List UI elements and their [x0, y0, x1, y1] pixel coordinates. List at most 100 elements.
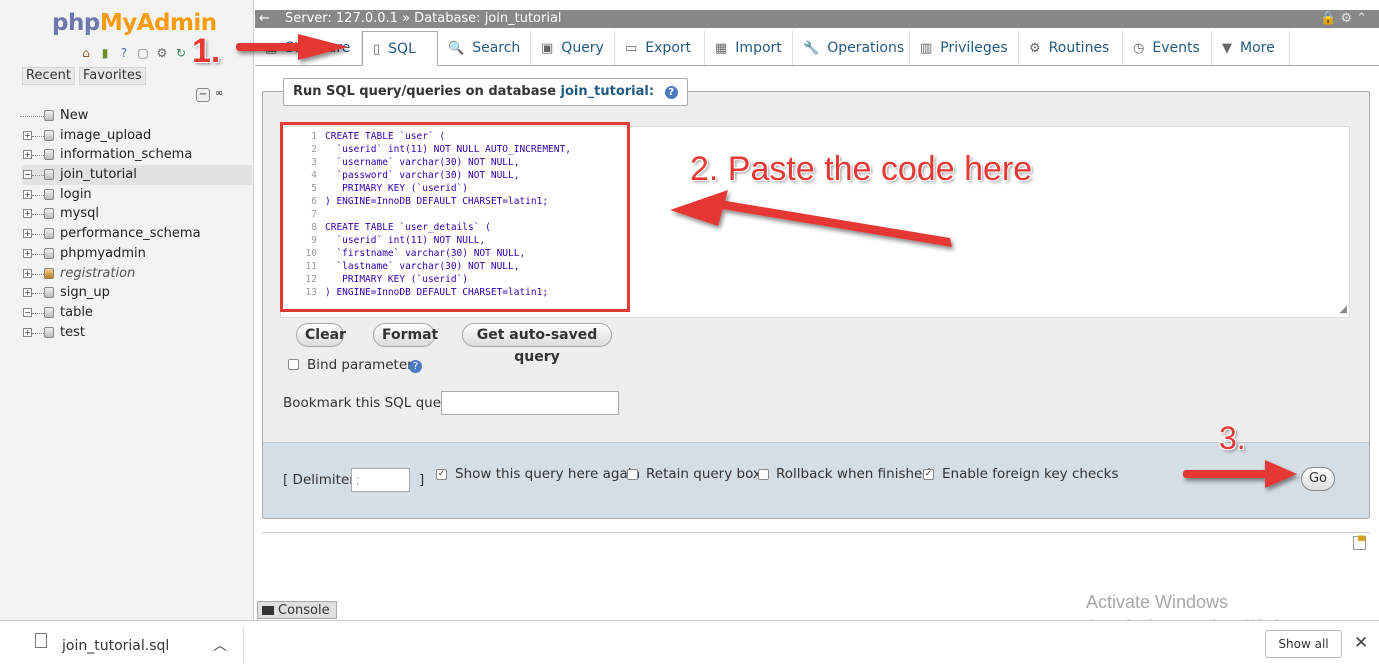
tab-export[interactable]: ▭ Export	[615, 31, 705, 65]
database-icon	[44, 169, 54, 181]
tab-operations[interactable]: 🔧 Operations	[793, 31, 910, 65]
foreign-key-checks-label: Enable foreign key checks	[942, 466, 1119, 482]
database-icon	[44, 188, 54, 200]
tab-structure[interactable]: ▤ Structure	[255, 31, 362, 65]
topbar-icons: 🔒⚙⌃	[1320, 10, 1371, 28]
tree-item-database[interactable]: + sign_up	[22, 283, 252, 303]
gear-icon[interactable]: ⚙	[1340, 11, 1356, 26]
tree-item-database[interactable]: + mysql	[22, 204, 252, 224]
clear-button[interactable]: Clear	[296, 323, 346, 347]
notepad-icon[interactable]: ▀	[1353, 536, 1366, 550]
home-icon[interactable]: ⌂	[78, 45, 94, 61]
help-icon[interactable]: ?	[409, 360, 422, 373]
show-query-label: Show this query here again	[455, 466, 641, 482]
import-icon: ▦	[715, 41, 728, 56]
console-toggle[interactable]: Console	[257, 601, 337, 619]
tab-events[interactable]: ◷ Events	[1123, 31, 1212, 65]
download-filename[interactable]: join_tutorial.sql	[62, 638, 169, 654]
go-button[interactable]: Go	[1301, 467, 1335, 491]
database-icon	[44, 228, 54, 240]
database-tree: New + image_upload + information_schema − j…	[20, 106, 252, 343]
docs-icon[interactable]: ▢	[135, 45, 151, 61]
expand-icon[interactable]: +	[23, 150, 32, 160]
get-auto-saved-query-button[interactable]: Get auto-saved query	[462, 323, 612, 365]
tab-search[interactable]: 🔍 Search	[438, 31, 531, 65]
collapse-up-icon[interactable]: ⌃	[1356, 11, 1371, 26]
close-icon[interactable]: ✕	[1354, 633, 1368, 653]
export-icon: ▭	[625, 41, 638, 56]
back-arrow-icon[interactable]: ←	[259, 10, 270, 28]
breadcrumb[interactable]: Server: 127.0.0.1 » Database: join_tutor…	[285, 10, 562, 28]
recent-tab[interactable]: Recent	[22, 67, 75, 85]
lock-icon[interactable]: 🔒	[1320, 11, 1340, 26]
expand-icon[interactable]: +	[23, 209, 32, 219]
tree-item-new[interactable]: New	[20, 106, 252, 126]
collapse-all-icon[interactable]: −	[196, 88, 210, 102]
navigation-panel: phpMyAdmin ⌂ ▮ ? ▢ ⚙ ↻ Recent Favorites …	[0, 0, 254, 620]
download-bar: join_tutorial.sql ︿ Show all ✕	[0, 620, 1379, 668]
tree-item-database[interactable]: + phpmyadmin	[22, 244, 252, 264]
tab-import[interactable]: ▦ Import	[705, 31, 793, 65]
tree-item-database[interactable]: + performance_schema	[22, 224, 252, 244]
retain-query-box-checkbox[interactable]	[627, 469, 638, 480]
chevron-up-icon[interactable]: ︿	[213, 635, 227, 655]
tab-routines[interactable]: ⚙ Routines	[1019, 31, 1123, 65]
delimiter-label: [ Delimiter	[283, 472, 355, 488]
show-all-button[interactable]: Show all	[1265, 630, 1342, 658]
tab-query[interactable]: ▣ Query	[531, 31, 615, 65]
collapse-icon[interactable]: −	[23, 307, 32, 317]
foreign-key-checks-checkbox[interactable]: ✓	[923, 469, 934, 480]
expand-icon[interactable]: +	[23, 327, 32, 337]
database-icon	[44, 247, 54, 259]
tree-item-database[interactable]: + test	[22, 323, 252, 343]
delimiter-input[interactable]	[351, 468, 410, 492]
tree-item-database[interactable]: + login	[22, 185, 252, 205]
expand-icon[interactable]: +	[23, 229, 32, 239]
nav-icon-bar: ⌂ ▮ ? ▢ ⚙ ↻	[78, 45, 189, 61]
reload-icon[interactable]: ↻	[173, 45, 189, 61]
tree-item-database[interactable]: + registration	[22, 264, 252, 284]
format-button[interactable]: Format	[373, 323, 438, 347]
favorites-tab[interactable]: Favorites	[78, 67, 146, 85]
tree-item-database[interactable]: + image_upload	[22, 126, 252, 146]
database-link[interactable]: join_tutorial:	[561, 84, 655, 99]
collapse-icon[interactable]: −	[23, 170, 32, 180]
tab-privileges[interactable]: ▥ Privileges	[910, 31, 1019, 65]
tab-more[interactable]: ▼ More	[1212, 31, 1290, 65]
expand-icon[interactable]: +	[23, 288, 32, 298]
tree-item-database[interactable]: + information_schema	[22, 145, 252, 165]
database-icon	[44, 326, 54, 338]
help-icon[interactable]: ?	[116, 45, 132, 61]
logout-icon[interactable]: ▮	[97, 45, 113, 61]
step-3-label: 3.	[1219, 420, 1246, 456]
expand-icon[interactable]: +	[23, 268, 32, 278]
bind-parameters-checkbox[interactable]	[288, 359, 299, 370]
show-query-checkbox[interactable]: ✓	[436, 469, 447, 480]
rollback-checkbox[interactable]	[758, 469, 769, 480]
step-1-label: 1.	[192, 32, 221, 70]
tab-sql[interactable]: ▯ SQL	[362, 31, 438, 66]
expand-icon[interactable]: +	[23, 189, 32, 199]
resize-handle-icon[interactable]: ◢	[1339, 304, 1347, 315]
structure-icon: ▤	[265, 41, 278, 56]
database-icon	[44, 287, 54, 299]
gear-icon[interactable]: ⚙	[154, 45, 170, 61]
expand-icon[interactable]: +	[23, 130, 32, 140]
sql-icon: ▯	[373, 42, 381, 57]
database-locked-icon	[44, 267, 54, 279]
clock-icon: ◷	[1133, 41, 1145, 56]
nav-tabs: Recent Favorites	[22, 67, 146, 85]
bookmark-input[interactable]	[441, 391, 619, 415]
divider	[243, 627, 244, 663]
help-icon[interactable]: ?	[664, 86, 678, 99]
expand-icon[interactable]: +	[23, 248, 32, 258]
new-database-icon	[44, 110, 54, 121]
tree-item-database-active[interactable]: − join_tutorial	[22, 165, 252, 185]
database-icon	[44, 149, 54, 161]
triangle-down-icon: ▼	[1222, 41, 1232, 56]
tree-item-database[interactable]: − table	[22, 303, 252, 323]
file-icon	[35, 633, 47, 648]
database-icon	[44, 208, 54, 220]
link-icon[interactable]: ∞	[212, 88, 226, 102]
divider	[262, 532, 1370, 533]
